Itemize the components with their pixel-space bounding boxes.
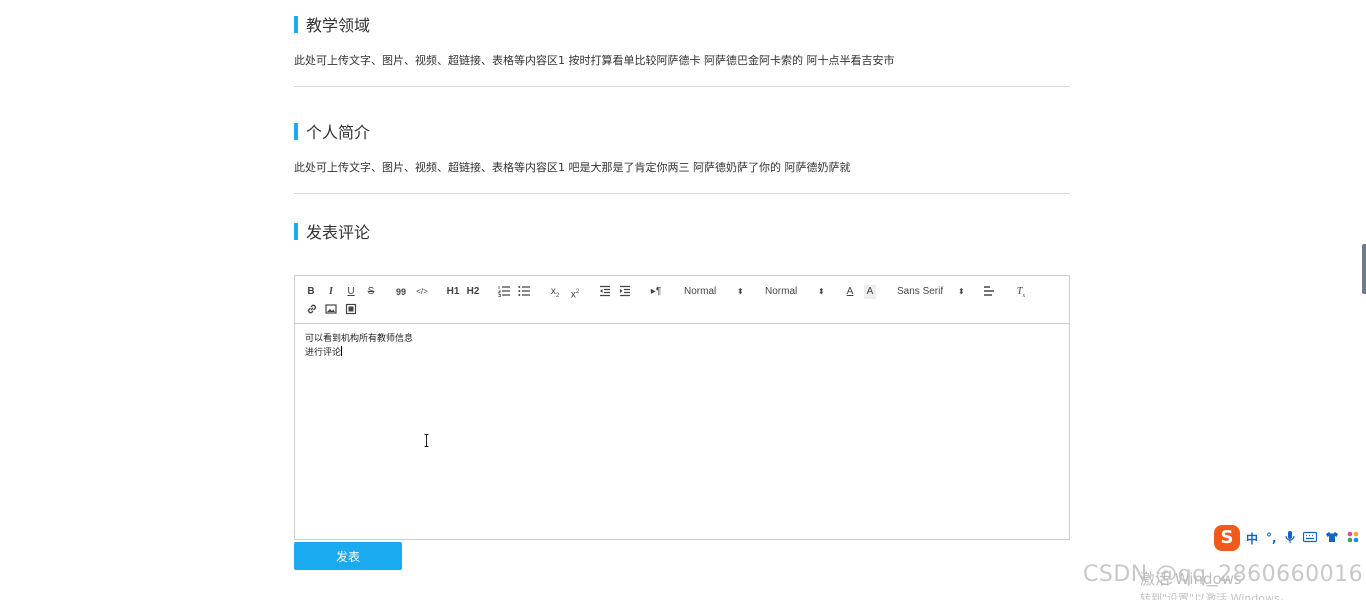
size-picker[interactable]: Normal ⬍ (765, 285, 827, 299)
title-accent-bar (294, 122, 298, 140)
picker-arrows-icon: ⬍ (958, 287, 965, 296)
picker-arrows-icon: ⬍ (818, 287, 825, 296)
ime-chinese-mode[interactable]: 中 (1246, 530, 1258, 547)
section-title-text: 个人简介 (306, 123, 371, 142)
text-direction-icon[interactable]: ▸¶ (649, 285, 663, 299)
picker-arrows-icon: ⬍ (737, 287, 744, 296)
italic-button[interactable]: I (326, 285, 336, 299)
section-title-comment: 发表评论 (294, 221, 371, 242)
microphone-icon[interactable] (1284, 530, 1295, 547)
editor-line: 可以看到机构所有教师信息 (305, 334, 414, 344)
divider (294, 193, 1070, 194)
video-icon[interactable] (345, 303, 357, 317)
more-tools-icon[interactable] (1347, 531, 1359, 546)
align-icon[interactable] (983, 285, 995, 299)
section-title-profile: 个人简介 (294, 121, 371, 142)
section-title-teaching-field: 教学领域 (294, 14, 371, 35)
header-picker[interactable]: Normal ⬍ (684, 285, 746, 299)
section-text-profile: 此处可上传文字、图片、视频、超链接、表格等内容区1 吧是大那是了肯定你两三 阿萨… (294, 161, 851, 174)
divider (294, 86, 1070, 87)
rich-text-editor[interactable]: B I U S 99 </> H1 H2 x2 x2 ▸¶ Normal ⬍ N… (294, 275, 1070, 540)
superscript-button[interactable]: x2 (568, 285, 582, 300)
editor-line-with-caret: 进行评论 (305, 346, 413, 360)
strike-button[interactable]: S (366, 285, 376, 299)
side-scroll-handle[interactable] (1362, 244, 1366, 294)
skin-icon[interactable] (1325, 531, 1339, 546)
bullet-list-icon[interactable] (518, 285, 530, 299)
clear-format-icon[interactable]: Tx (1015, 285, 1027, 299)
text-color-icon[interactable]: A (844, 285, 856, 299)
section-title-text: 发表评论 (306, 223, 371, 242)
editor-toolbar: B I U S 99 </> H1 H2 x2 x2 ▸¶ Normal ⬍ N… (295, 276, 1069, 324)
link-icon[interactable] (306, 303, 318, 317)
font-picker[interactable]: Sans Serif ⬍ (897, 285, 967, 299)
submit-comment-button[interactable]: 发表 (294, 542, 402, 570)
underline-button[interactable]: U (346, 285, 356, 299)
ibeam-cursor-icon (424, 434, 429, 447)
ime-toolbar: S 中 °, (1214, 523, 1366, 553)
editor-line: 进行评论 (305, 348, 342, 358)
outdent-icon[interactable] (599, 285, 611, 299)
ime-punctuation-mode[interactable]: °, (1266, 531, 1277, 545)
ordered-list-icon[interactable] (498, 285, 510, 299)
font-picker-label: Sans Serif (897, 286, 944, 297)
indent-icon[interactable] (619, 285, 631, 299)
sogou-logo-icon[interactable]: S (1214, 525, 1240, 551)
section-text-teaching-field: 此处可上传文字、图片、视频、超链接、表格等内容区1 按时打算看单比较阿萨德卡 阿… (294, 54, 895, 67)
bold-button[interactable]: B (306, 285, 316, 299)
windows-activation-title: 激活 Windows (1140, 570, 1242, 588)
title-accent-bar (294, 222, 298, 240)
editor-content[interactable]: 可以看到机构所有教师信息 进行评论 (305, 333, 413, 360)
windows-activation-hint: 转到"设置"以激活 Windows。 (1140, 592, 1291, 600)
subscript-button[interactable]: x2 (548, 285, 562, 299)
keyboard-icon[interactable] (1302, 531, 1317, 546)
blockquote-button[interactable]: 99 (395, 285, 407, 299)
image-icon[interactable] (325, 303, 337, 317)
text-caret (341, 346, 343, 356)
size-picker-label: Normal (765, 286, 798, 297)
section-title-text: 教学领域 (306, 16, 371, 35)
code-button[interactable]: </> (415, 285, 429, 299)
title-accent-bar (294, 15, 298, 33)
header-1-button[interactable]: H1 (446, 285, 460, 299)
background-color-icon[interactable]: A (864, 285, 876, 299)
header-2-button[interactable]: H2 (466, 285, 480, 299)
header-picker-label: Normal (684, 286, 717, 297)
